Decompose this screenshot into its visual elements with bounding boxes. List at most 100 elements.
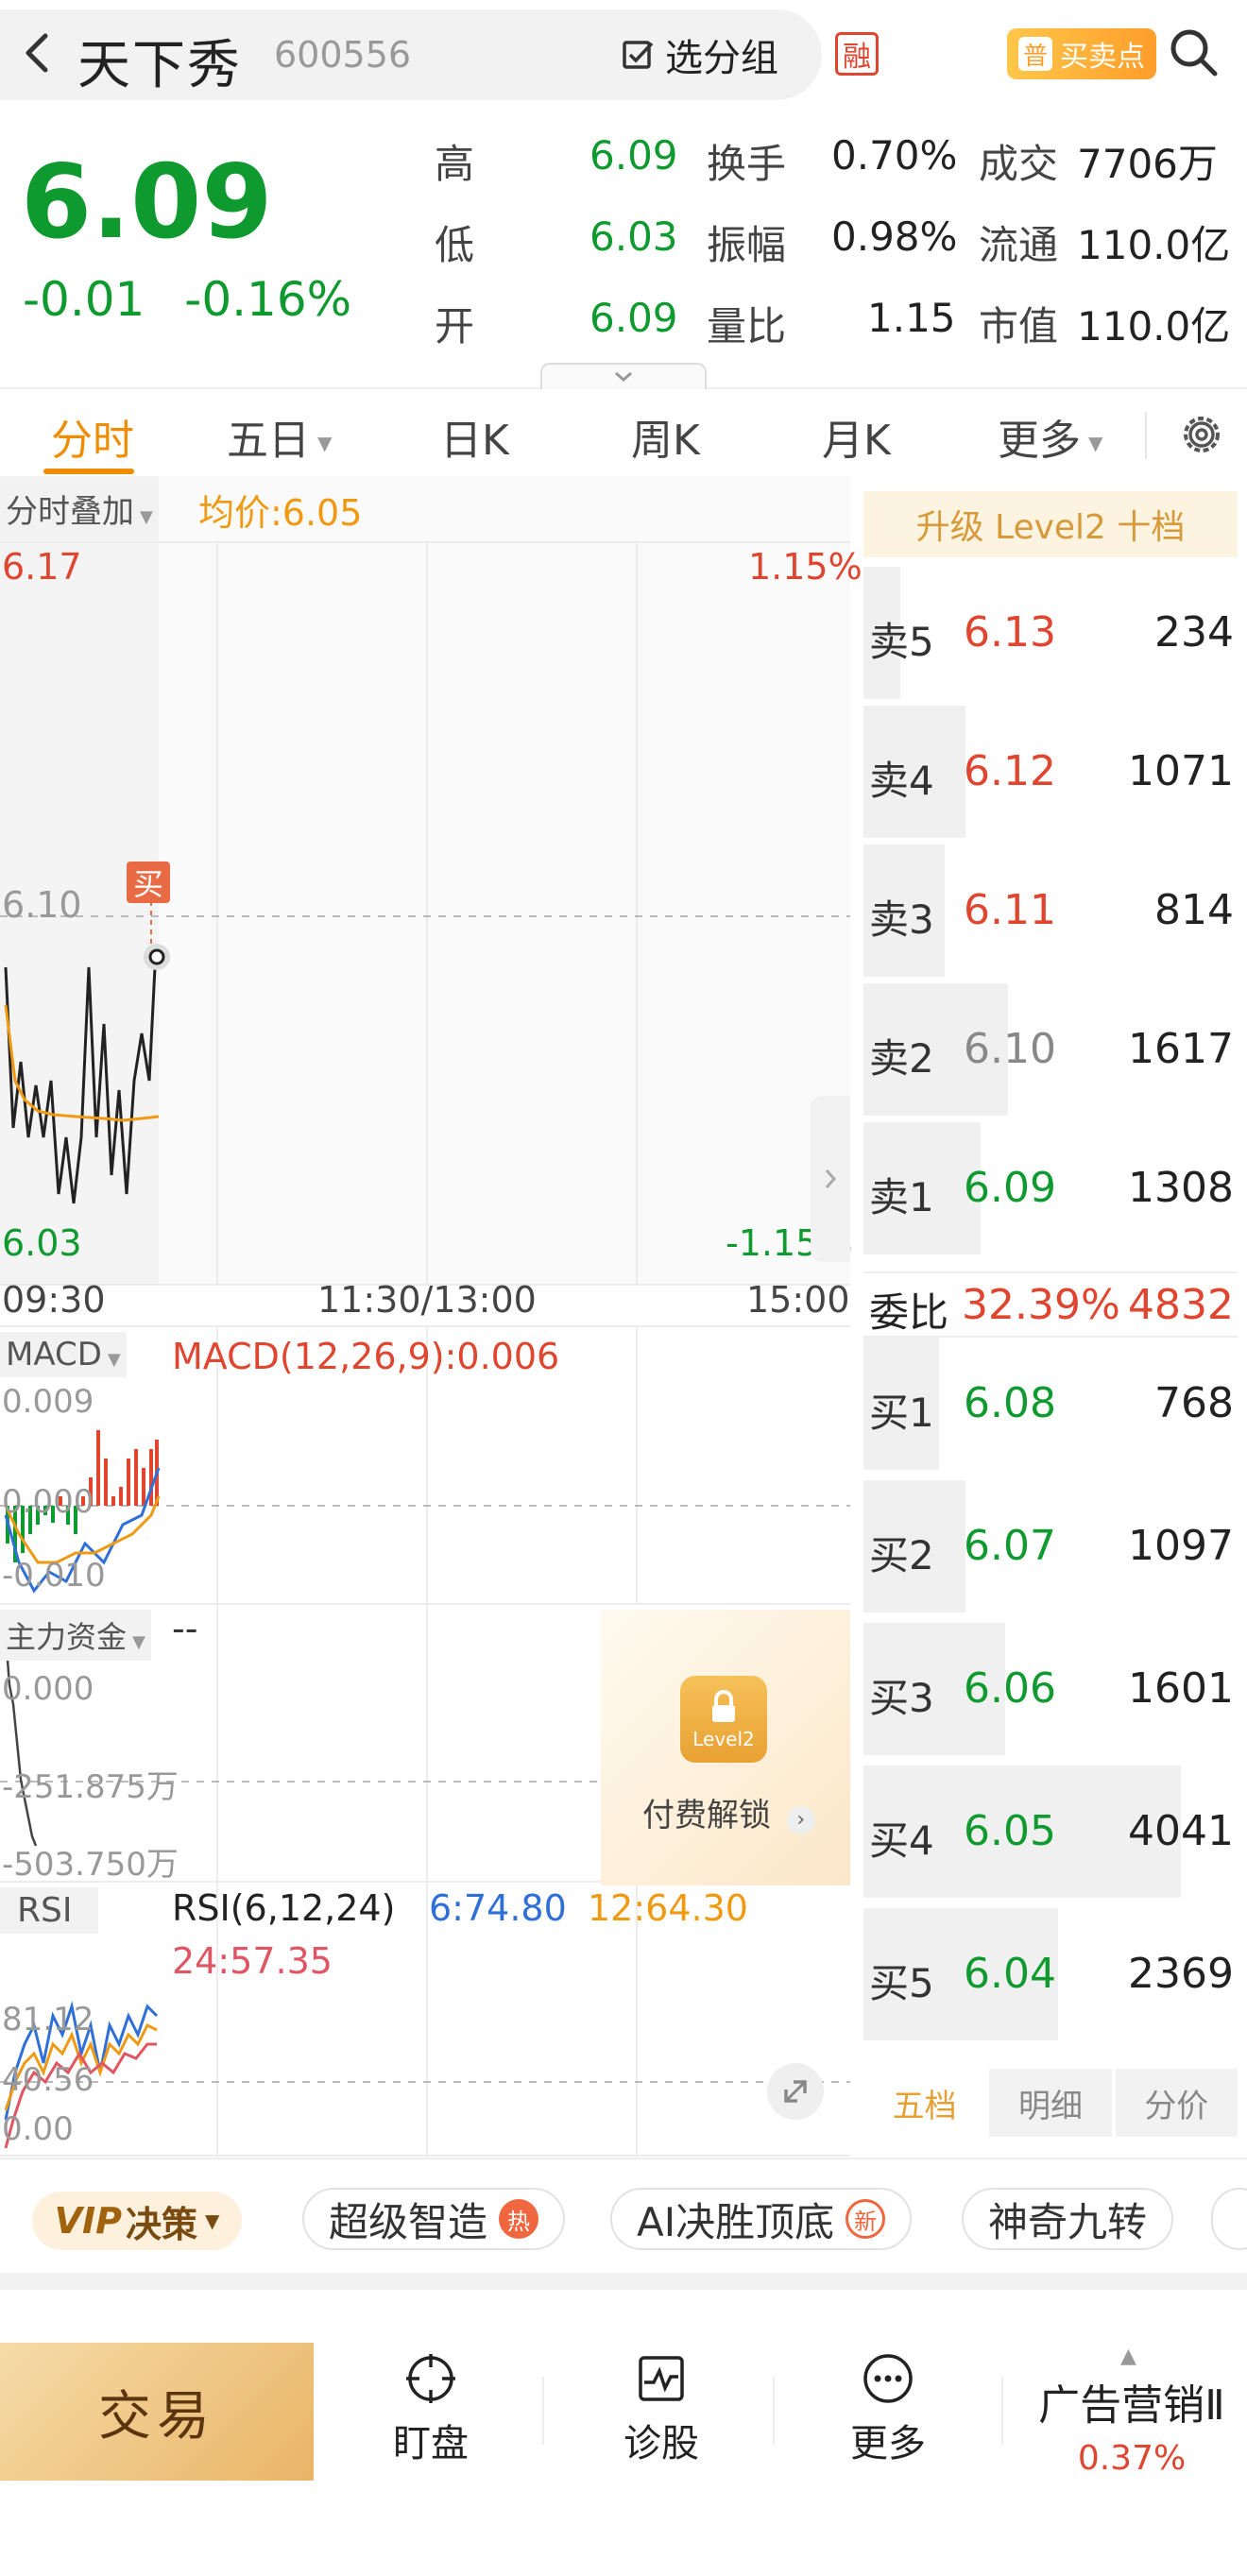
ask-row-3[interactable]: 卖3 6.11 814 xyxy=(863,844,1238,977)
stat-label-market-cap: 市值 xyxy=(979,303,1059,350)
sector-name: 广告营销Ⅱ xyxy=(1038,2381,1225,2430)
capital-selector[interactable]: 主力资金 ▼ xyxy=(0,1610,151,1661)
paid-unlock-panel[interactable]: Level2 付费解锁 › xyxy=(601,1610,850,1885)
nav-more[interactable]: 更多 xyxy=(803,2350,973,2473)
ask-row-1[interactable]: 卖5 6.13 234 xyxy=(863,567,1238,699)
bid-volume: 2369 xyxy=(1128,1950,1234,1998)
nav-separator xyxy=(1001,2377,1003,2445)
bid-price: 6.05 xyxy=(964,1807,1056,1855)
ask-level-label: 卖5 xyxy=(869,619,934,665)
order-book-tabs: 五档 明细 分价 xyxy=(863,2069,1238,2137)
ask-row-4[interactable]: 卖2 6.10 1617 xyxy=(863,983,1238,1116)
caret-down-icon: ▼ xyxy=(107,1350,121,1370)
chip-super-manufacturing[interactable]: 超级智造 热 xyxy=(302,2188,566,2250)
buy-sell-point-button[interactable]: 普 买卖点 xyxy=(1007,28,1156,79)
vip-decision-button[interactable]: VIP 决策 ▼ xyxy=(32,2192,242,2250)
upgrade-level2-button[interactable]: 升级 Level2 十档 xyxy=(863,491,1238,557)
feature-bar: VIP 决策 ▼ 超级智造 热 AI决胜顶底 新 神奇九转 xyxy=(0,2158,1247,2280)
chip-ai-top-bottom[interactable]: AI决胜顶底 新 xyxy=(610,2188,913,2250)
stock-code: 600556 xyxy=(274,34,412,76)
macd-value: MACD(12,26,9):0.006 xyxy=(172,1336,560,1377)
stat-label-amplitude: 振幅 xyxy=(707,222,787,268)
bid-row-2[interactable]: 买2 6.07 1097 xyxy=(863,1480,1238,1612)
bid-level-label: 买4 xyxy=(869,1817,934,1864)
stat-value-open: 6.09 xyxy=(589,295,678,341)
ask-volume: 1308 xyxy=(1128,1164,1234,1212)
capital-y-bottom: -503.750万 xyxy=(2,1846,179,1884)
rsi24-value: 24:57.35 xyxy=(172,1940,333,1982)
macd-y-mid: 0.000 xyxy=(2,1483,94,1521)
vip-prefix: VIP xyxy=(54,2200,122,2242)
vip-decision-label: 决策 xyxy=(126,2203,198,2245)
ask-level-label: 卖2 xyxy=(869,1035,934,1082)
side-panel-toggle[interactable] xyxy=(811,1096,850,1262)
current-price: 6.09 xyxy=(21,144,273,262)
bid-row-1[interactable]: 买1 6.08 768 xyxy=(863,1338,1238,1470)
buy-signal-marker[interactable]: 买 xyxy=(127,862,170,903)
ask-row-5[interactable]: 卖1 6.09 1308 xyxy=(863,1122,1238,1254)
search-icon[interactable] xyxy=(1164,23,1224,83)
bid-level-label: 买5 xyxy=(869,1960,934,2006)
tab-five-day[interactable]: 五日 ▼ xyxy=(227,406,332,467)
chip-label: 超级智造 xyxy=(329,2198,488,2245)
macd-selector-label: MACD xyxy=(6,1336,102,1373)
sector-ad-marketing[interactable]: 广告营销Ⅱ 0.37% xyxy=(1020,2371,1243,2478)
caret-down-icon: ▼ xyxy=(317,432,333,454)
tab-intraday[interactable]: 分时 xyxy=(51,406,134,467)
bid-price: 6.07 xyxy=(964,1522,1056,1570)
overlay-selector[interactable]: 分时叠加 ▼ xyxy=(0,482,159,536)
rsi-y-top: 81.12 xyxy=(2,2001,94,2039)
sector-change: 0.37% xyxy=(1077,2439,1187,2478)
ask-price: 6.12 xyxy=(964,747,1056,795)
stat-value-market-cap: 110.0亿 xyxy=(1077,303,1231,350)
lock-icon: Level2 xyxy=(680,1676,767,1763)
chart-period-tabs: 分时 五日 ▼ 日K 周K 月K 更多 ▼ xyxy=(0,389,1247,476)
macd-selector[interactable]: MACD ▼ xyxy=(0,1332,127,1377)
tab-weekly-k[interactable]: 周K xyxy=(631,406,700,467)
nav-diagnose[interactable]: 诊股 xyxy=(576,2350,746,2473)
quote-panel: 6.09 -0.01 -0.16% 高 6.09 换手 0.70% 成交 770… xyxy=(0,106,1247,389)
rsi-selector[interactable]: RSI xyxy=(0,1887,99,1934)
trade-button[interactable]: 交易 xyxy=(0,2343,314,2481)
tab-monthly-k[interactable]: 月K xyxy=(822,406,891,467)
tab-five-levels[interactable]: 五档 xyxy=(863,2069,986,2137)
tab-trade-details[interactable]: 明细 xyxy=(989,2069,1112,2137)
stock-name: 天下秀 xyxy=(77,35,242,96)
ask-volume: 1617 xyxy=(1128,1025,1234,1073)
unlock-label: 付费解锁 › xyxy=(642,1789,815,1835)
bid-volume: 1601 xyxy=(1128,1664,1234,1713)
nav-watch[interactable]: 盯盘 xyxy=(346,2350,516,2473)
gear-icon[interactable] xyxy=(1177,410,1226,459)
bid-ask-ratio-label: 委比 xyxy=(869,1289,949,1336)
tab-price-distribution[interactable]: 分价 xyxy=(1115,2069,1238,2137)
ask-volume: 234 xyxy=(1154,608,1234,657)
chart-area[interactable]: 分时叠加 ▼ 均价:6.05 6.17 1.15% 6.10 6.03 -1.15… xyxy=(0,476,863,2158)
bid-row-5[interactable]: 买5 6.04 2369 xyxy=(863,1908,1238,2040)
nav-separator xyxy=(542,2377,544,2445)
rsi12-value: 12:64.30 xyxy=(588,1887,748,1929)
change-percent: -0.16% xyxy=(184,272,352,327)
chip-magic-nine[interactable]: 神奇九转 xyxy=(962,2188,1174,2250)
expand-quote-button[interactable] xyxy=(540,363,707,389)
chip-next[interactable] xyxy=(1211,2188,1247,2250)
chevron-right-icon: › xyxy=(786,1806,815,1834)
overlay-selector-label: 分时叠加 xyxy=(6,493,134,531)
ask-row-2[interactable]: 卖4 6.12 1071 xyxy=(863,706,1238,838)
back-arrow-icon[interactable] xyxy=(17,25,59,81)
fullscreen-button[interactable] xyxy=(767,2063,824,2120)
select-group-button[interactable]: 选分组 xyxy=(622,28,778,81)
bid-row-3[interactable]: 买3 6.06 1601 xyxy=(863,1623,1238,1755)
bid-volume: 768 xyxy=(1154,1379,1234,1427)
tab-daily-k[interactable]: 日K xyxy=(440,406,509,467)
ask-price: 6.09 xyxy=(964,1164,1056,1212)
hot-badge: 热 xyxy=(499,2199,539,2239)
tab-more[interactable]: 更多 ▼ xyxy=(998,406,1102,467)
margin-badge[interactable]: 融 xyxy=(835,32,879,76)
capital-flow-line xyxy=(4,1633,38,1847)
capital-selector-label: 主力资金 xyxy=(6,1619,128,1655)
bid-row-4[interactable]: 买4 6.05 4041 xyxy=(863,1766,1238,1898)
nav-diagnose-label: 诊股 xyxy=(624,2422,699,2465)
pct-axis-high: 1.15% xyxy=(748,546,863,588)
change-amount: -0.01 xyxy=(23,272,145,327)
stat-label-float-cap: 流通 xyxy=(979,222,1059,268)
